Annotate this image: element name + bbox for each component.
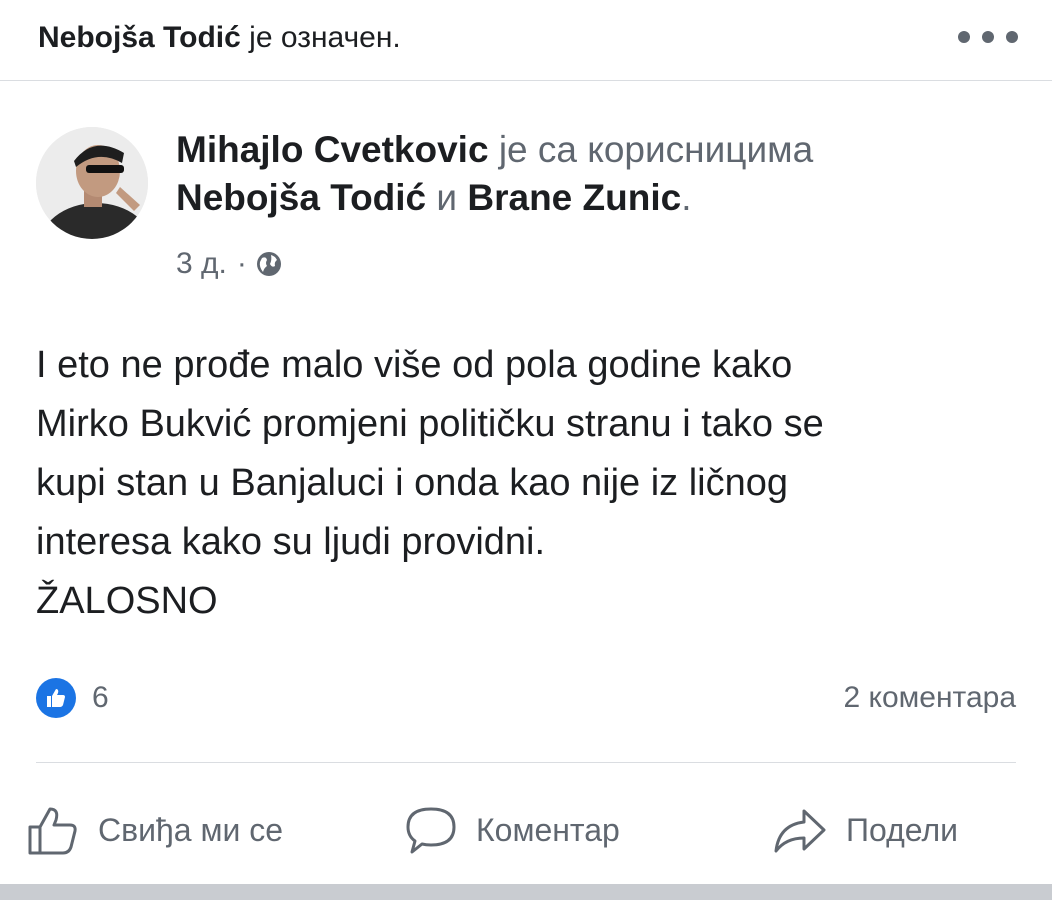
tag-suffix: је означен. bbox=[249, 21, 401, 54]
tag-notification-text: Nebojša Todić је означен. bbox=[38, 18, 401, 58]
tag-notification-bar: Nebojša Todić је означен. bbox=[0, 0, 1052, 81]
comment-count[interactable]: 2 коментара bbox=[844, 678, 1017, 718]
more-options-button[interactable] bbox=[958, 22, 1018, 52]
comment-bubble-icon bbox=[406, 807, 456, 854]
and-text: и bbox=[436, 177, 458, 218]
thumbs-up-icon bbox=[47, 689, 65, 707]
like-button-label: Свиђа ми се bbox=[98, 811, 284, 848]
author-name[interactable]: Mihajlo Cvetkovic bbox=[176, 129, 489, 170]
share-button-label: Подели bbox=[846, 811, 959, 848]
post-body: I eto ne prođe malo više od pola godine … bbox=[36, 344, 824, 622]
post-meta: 3 д. · bbox=[176, 240, 283, 288]
meta-separator: · bbox=[236, 247, 247, 280]
header-period: . bbox=[681, 177, 692, 218]
thumbs-up-outline-icon bbox=[28, 807, 77, 855]
share-button[interactable]: Подели bbox=[772, 790, 958, 870]
more-dot-icon bbox=[958, 31, 970, 43]
post-header: Mihajlo Cvetkovic је са корисницима Nebo… bbox=[176, 126, 1016, 222]
tagged-user-1[interactable]: Nebojša Todić bbox=[176, 177, 426, 218]
comment-button-label: Коментар bbox=[476, 811, 620, 848]
tagged-user-name[interactable]: Nebojša Todić bbox=[38, 21, 241, 54]
post-stats: 6 2 коментара bbox=[36, 672, 1016, 722]
post-header-line-2: Nebojša Todić и Brane Zunic. bbox=[176, 174, 1016, 222]
like-count[interactable]: 6 bbox=[92, 678, 109, 718]
comment-button[interactable]: Коментар bbox=[404, 790, 620, 870]
with-users-text: је са корисницима bbox=[498, 129, 814, 170]
feed-separator bbox=[0, 884, 1052, 900]
globe-icon[interactable] bbox=[255, 250, 283, 278]
avatar-photo bbox=[36, 127, 148, 239]
like-reaction-icon[interactable] bbox=[36, 678, 76, 718]
like-button[interactable]: Свиђа ми се bbox=[26, 790, 283, 870]
actions-divider bbox=[36, 762, 1016, 763]
post-actions: Свиђа ми се Коментар Подели bbox=[0, 790, 1052, 870]
post-timestamp[interactable]: 3 д. bbox=[176, 247, 227, 281]
more-dot-icon bbox=[982, 31, 994, 43]
more-dot-icon bbox=[1006, 31, 1018, 43]
tagged-user-2[interactable]: Brane Zunic bbox=[467, 177, 681, 218]
share-arrow-icon bbox=[774, 809, 826, 853]
author-avatar[interactable] bbox=[36, 127, 148, 239]
post-header-line-1: Mihajlo Cvetkovic је са корисницима bbox=[176, 126, 1016, 174]
